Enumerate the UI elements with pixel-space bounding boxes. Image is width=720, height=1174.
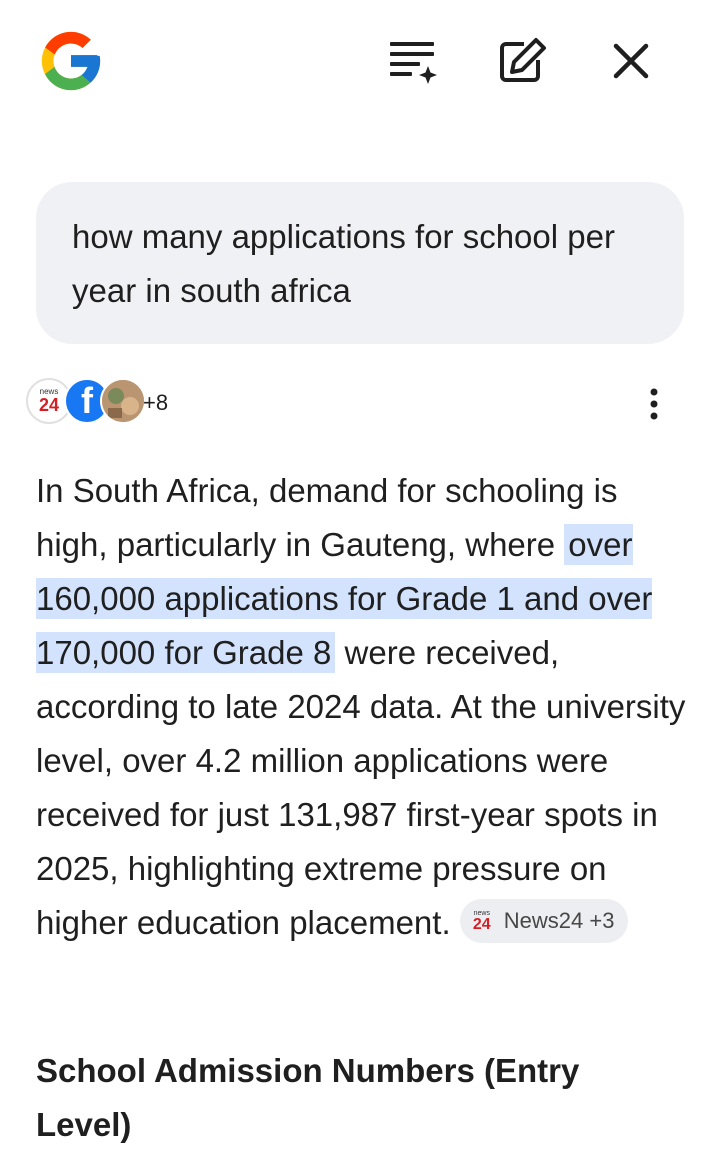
answer-text-before: In South Africa, demand for schooling is… — [36, 472, 618, 563]
user-query-bubble: how many applications for school per yea… — [36, 182, 684, 344]
more-vert-icon[interactable] — [642, 384, 666, 424]
edit-icon[interactable] — [496, 36, 550, 86]
sources-count-label[interactable]: +8 — [143, 390, 168, 416]
photo-source-avatar[interactable] — [100, 378, 146, 424]
section-heading: School Admission Numbers (Entry Level) — [36, 1052, 580, 1143]
top-bar — [0, 0, 720, 120]
source-chip-label: News24 +3 — [503, 908, 615, 934]
ai-mode-list-icon[interactable] — [386, 36, 440, 86]
facebook-avatar-text: f — [81, 380, 93, 421]
news24-avatar-text: 24 — [38, 395, 60, 415]
google-logo-icon[interactable] — [36, 26, 106, 96]
sources-row[interactable]: news 24 f +8 — [26, 378, 696, 430]
ai-answer-paragraph: In South Africa, demand for schooling is… — [36, 464, 686, 950]
chip-logo-big: 24 — [472, 915, 491, 933]
source-chip-news24[interactable]: news 24 News24 +3 — [459, 899, 629, 944]
close-icon[interactable] — [604, 36, 658, 86]
news24-chip-icon: news 24 — [468, 907, 496, 935]
user-query-text: how many applications for school per yea… — [72, 218, 615, 309]
